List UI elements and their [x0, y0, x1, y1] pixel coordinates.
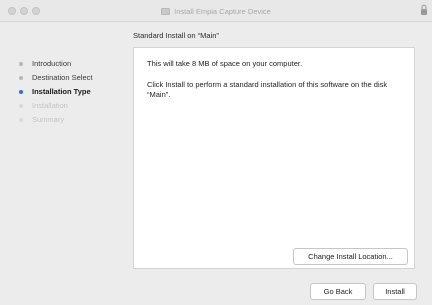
lock-icon[interactable]: [420, 4, 428, 16]
title-bar[interactable]: Install Empia Capture Device: [0, 0, 432, 22]
step-label: Introduction: [32, 59, 72, 68]
go-back-button[interactable]: Go Back: [310, 283, 366, 300]
step-installation: Installation: [18, 99, 130, 113]
change-install-location-button[interactable]: Change Install Location...: [293, 248, 408, 265]
step-label: Installation Type: [32, 87, 91, 96]
space-required-text: This will take 8 MB of space on your com…: [147, 59, 303, 68]
content-panel: This will take 8 MB of space on your com…: [133, 47, 415, 269]
step-summary: Summary: [18, 113, 130, 127]
step-label: Summary: [32, 115, 65, 124]
installer-steps-sidebar: Introduction Destination Select Installa…: [18, 57, 130, 127]
window-title-group: Install Empia Capture Device: [0, 0, 432, 22]
installer-package-icon: [161, 7, 171, 15]
step-destination-select: Destination Select: [18, 71, 130, 85]
step-installation-type: Installation Type: [18, 85, 130, 99]
step-bullet-icon: [19, 62, 23, 66]
step-bullet-icon: [19, 118, 23, 122]
page-subtitle: Standard Install on “Main”: [133, 31, 219, 40]
step-bullet-icon: [19, 76, 23, 80]
window-title: Install Empia Capture Device: [174, 6, 271, 16]
step-label: Destination Select: [32, 73, 93, 82]
step-introduction: Introduction: [18, 57, 130, 71]
step-bullet-icon: [19, 104, 23, 108]
step-label: Installation: [32, 101, 68, 110]
installer-window: Install Empia Capture Device Standard In…: [0, 0, 432, 305]
step-bullet-icon: [19, 90, 23, 94]
install-button[interactable]: Install: [373, 283, 417, 300]
install-description-text: Click Install to perform a standard inst…: [147, 80, 388, 99]
